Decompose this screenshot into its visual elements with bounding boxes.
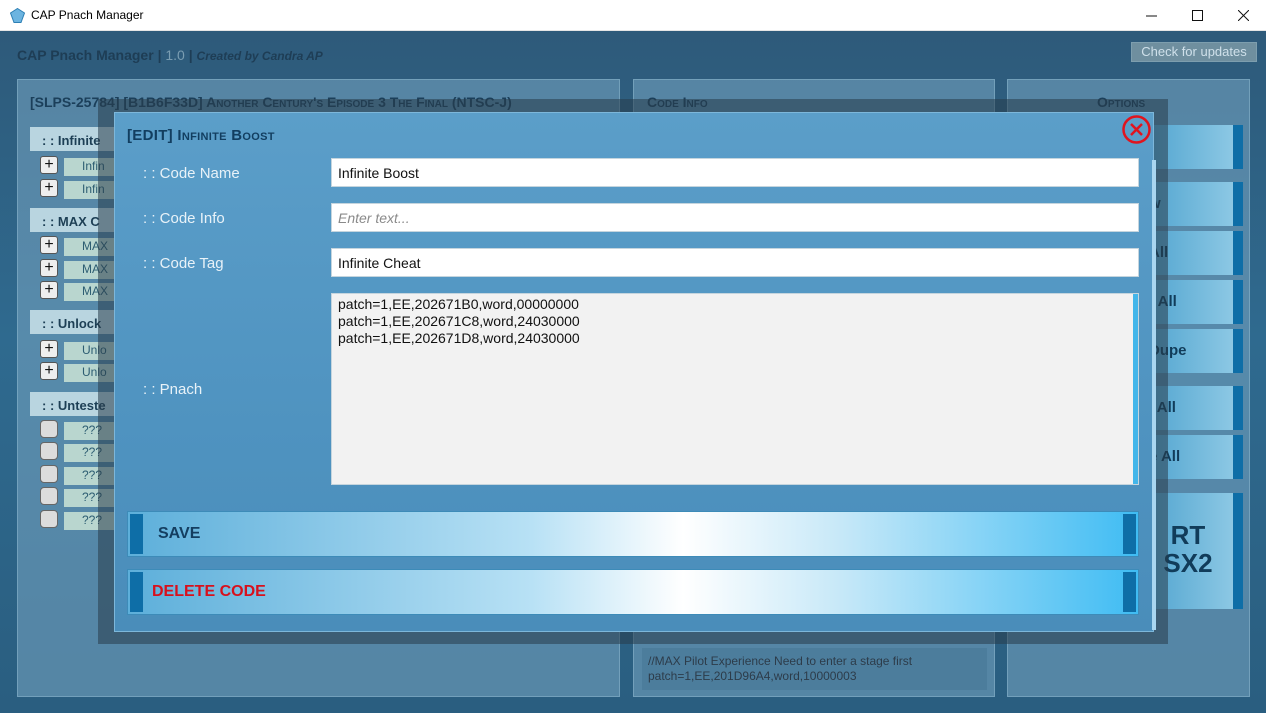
dialog-scrollbar[interactable] — [1152, 160, 1156, 630]
pnach-textarea[interactable]: patch=1,EE,202671B0,word,00000000 patch=… — [331, 293, 1139, 485]
checkbox[interactable] — [40, 487, 58, 505]
code-info-text: //MAX Pilot Experience Need to enter a s… — [642, 648, 987, 690]
window-close-button[interactable] — [1220, 0, 1266, 31]
code-info-input[interactable] — [331, 203, 1139, 232]
maximize-icon — [1191, 10, 1203, 21]
code-name-input[interactable] — [331, 158, 1139, 187]
plus-icon[interactable]: + — [40, 236, 58, 254]
checkbox[interactable] — [40, 442, 58, 460]
edit-code-dialog: [EDIT] Infinite Boost : : Code Name : : … — [114, 112, 1154, 632]
check-updates-button[interactable]: Check for updates — [1131, 42, 1257, 62]
plus-icon[interactable]: + — [40, 281, 58, 299]
window-title: CAP Pnach Manager — [31, 8, 144, 22]
code-info-note: //MAX Pilot Experience Need to enter a s… — [648, 654, 913, 668]
minimize-button[interactable] — [1128, 0, 1174, 31]
plus-icon[interactable]: + — [40, 259, 58, 277]
save-button[interactable]: SAVE — [127, 511, 1139, 557]
created-by: Created by Candra AP — [196, 49, 323, 63]
header-separator-2: | — [188, 47, 193, 63]
app-name: CAP Pnach Manager — [17, 47, 154, 63]
checkbox[interactable] — [40, 465, 58, 483]
plus-icon[interactable]: + — [40, 340, 58, 358]
close-icon — [1237, 10, 1249, 21]
app-version: 1.0 — [165, 47, 185, 63]
plus-icon[interactable]: + — [40, 179, 58, 197]
code-name-label: : : Code Name — [143, 165, 240, 182]
plus-icon[interactable]: + — [40, 156, 58, 174]
pnach-label: : : Pnach — [143, 381, 203, 398]
close-circle-icon[interactable] — [1121, 114, 1152, 145]
checkbox[interactable] — [40, 420, 58, 438]
header-separator: | — [157, 47, 162, 63]
maximize-button[interactable] — [1174, 0, 1220, 31]
app-header: CAP Pnach Manager | 1.0 | Created by Can… — [17, 47, 323, 63]
title-bar: CAP Pnach Manager — [0, 0, 1266, 31]
code-info-patch: patch=1,EE,201D96A4,word,10000003 — [648, 669, 857, 683]
dialog-title: [EDIT] Infinite Boost — [127, 127, 275, 144]
minimize-icon — [1145, 15, 1157, 17]
code-tag-label: : : Code Tag — [143, 255, 224, 272]
pnach-scrollbar[interactable] — [1133, 294, 1138, 484]
delete-code-button[interactable]: DELETE CODE — [127, 569, 1139, 615]
code-info-label: : : Code Info — [143, 210, 225, 227]
code-tag-input[interactable] — [331, 248, 1139, 277]
plus-icon[interactable]: + — [40, 362, 58, 380]
app-logo-icon — [10, 8, 25, 23]
checkbox[interactable] — [40, 510, 58, 528]
